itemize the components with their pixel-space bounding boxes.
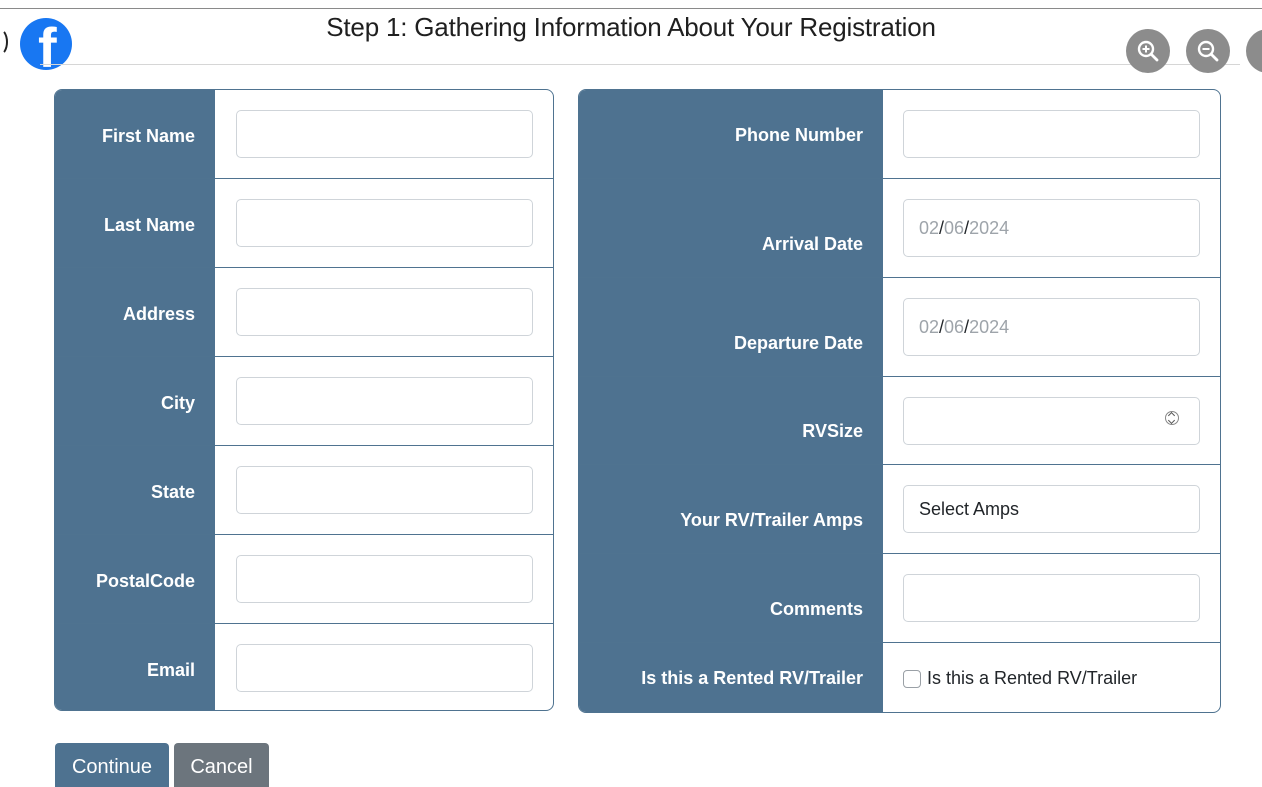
stay-info-panel: Phone Number Arrival Date 02/06/2024 Dep… (578, 89, 1221, 713)
rented-checkbox-wrapper[interactable]: Is this a Rented RV/Trailer (903, 668, 1137, 689)
date-day: 06 (944, 316, 965, 337)
form-row-arrival-date: Arrival Date 02/06/2024 (579, 179, 1220, 278)
window-top-border (0, 8, 1262, 9)
form-row-rented: Is this a Rented RV/Trailer Is this a Re… (579, 643, 1220, 712)
amps-select[interactable]: Select Amps (903, 485, 1200, 533)
form-row-amps: Your RV/Trailer Amps Select Amps (579, 465, 1220, 554)
first-name-input[interactable] (236, 110, 533, 158)
last-name-input[interactable] (236, 199, 533, 247)
page-title: Step 1: Gathering Information About Your… (326, 12, 936, 42)
date-month: 02 (919, 316, 940, 337)
cancel-button[interactable]: Cancel (174, 743, 269, 787)
field-label: Address (55, 268, 215, 356)
address-input[interactable] (236, 288, 533, 336)
form-row-comments: Comments (579, 554, 1220, 643)
form-row-rvsize: RVSize (579, 377, 1220, 465)
form-row-first-name: First Name (55, 90, 553, 179)
date-month: 02 (919, 217, 940, 238)
email-input[interactable] (236, 644, 533, 692)
field-label: City (55, 357, 215, 445)
form-row-phone: Phone Number (579, 90, 1220, 179)
field-label: Phone Number (579, 90, 883, 178)
field-label: Comments (579, 554, 883, 642)
personal-info-panel: First Name Last Name Address City State … (54, 89, 554, 711)
form-row-email: Email (55, 624, 553, 710)
form-row-city: City (55, 357, 553, 446)
state-input[interactable] (236, 466, 533, 514)
phone-number-input[interactable] (903, 110, 1200, 158)
city-input[interactable] (236, 377, 533, 425)
date-day: 06 (944, 217, 965, 238)
departure-date-input[interactable]: 02/06/2024 (903, 298, 1200, 356)
zoom-out-button[interactable] (1186, 29, 1230, 73)
zoom-in-icon (1137, 40, 1159, 62)
rented-checkbox[interactable] (903, 669, 921, 688)
field-label: Departure Date (579, 278, 883, 376)
date-year: 2024 (969, 316, 1010, 337)
form-row-last-name: Last Name (55, 179, 553, 268)
field-label: State (55, 446, 215, 534)
arrival-date-input[interactable]: 02/06/2024 (903, 199, 1200, 257)
field-label: Is this a Rented RV/Trailer (579, 643, 883, 712)
number-spinner-icon[interactable] (1165, 410, 1179, 425)
zoom-in-button[interactable] (1126, 29, 1170, 73)
field-label: First Name (55, 90, 215, 178)
field-label: Last Name (55, 179, 215, 267)
field-label: Email (55, 624, 215, 710)
form-row-postal-code: PostalCode (55, 535, 553, 624)
form-row-state: State (55, 446, 553, 535)
rvsize-number-input[interactable] (903, 396, 1200, 445)
form-row-address: Address (55, 268, 553, 357)
header-divider (40, 64, 1240, 65)
rented-checkbox-label: Is this a Rented RV/Trailer (927, 668, 1138, 688)
postal-code-input[interactable] (236, 555, 533, 603)
field-label: Your RV/Trailer Amps (579, 465, 883, 553)
field-label: Arrival Date (579, 179, 883, 277)
form-row-departure-date: Departure Date 02/06/2024 (579, 278, 1220, 377)
continue-button[interactable]: Continue (55, 743, 169, 787)
date-year: 2024 (969, 217, 1010, 238)
field-label: RVSize (579, 377, 883, 464)
amps-selected-value: Select Amps (919, 498, 1020, 519)
field-label: PostalCode (55, 535, 215, 623)
zoom-out-icon (1197, 40, 1219, 62)
comments-input[interactable] (903, 574, 1200, 622)
